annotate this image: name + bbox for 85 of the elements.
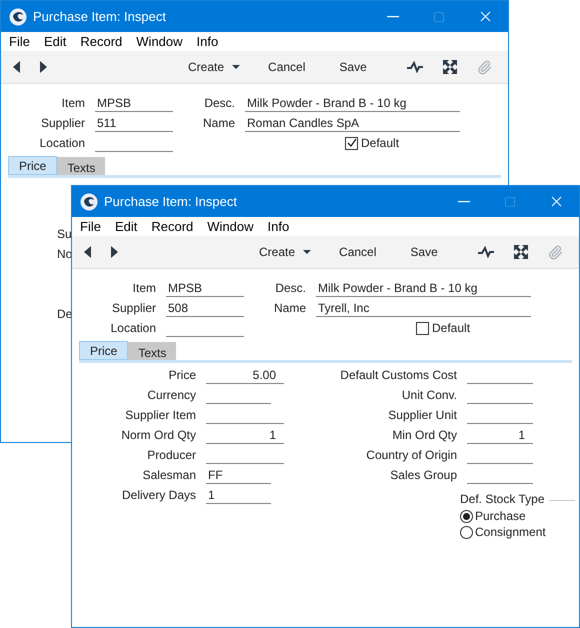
field-label: Min Ord Qty xyxy=(391,427,458,444)
field-label: Currency xyxy=(146,387,197,404)
field-label: Delivery Days xyxy=(120,487,197,504)
field-label: Location xyxy=(38,135,86,152)
minimize-icon xyxy=(387,16,399,18)
field-label: Desc. xyxy=(203,95,236,112)
input-field[interactable]: Milk Powder - Brand B - 10 kg xyxy=(316,279,531,297)
radio-button[interactable] xyxy=(460,510,473,522)
toolbar-button[interactable]: Create xyxy=(259,243,312,261)
field-label: Name xyxy=(272,300,307,317)
radio-label: Consignment xyxy=(475,524,546,541)
field-label: Item xyxy=(132,280,157,297)
paperclip-icon[interactable] xyxy=(548,244,563,260)
menu-item[interactable]: Record xyxy=(151,216,194,236)
menu-item[interactable]: Info xyxy=(268,216,290,236)
maximize-icon xyxy=(504,196,516,208)
toolbar-button[interactable]: Save xyxy=(410,243,438,261)
back-arrow-icon[interactable] xyxy=(84,246,91,258)
menu-item[interactable]: Window xyxy=(136,32,183,52)
expand-icon[interactable] xyxy=(442,60,457,74)
forward-arrow-icon[interactable] xyxy=(40,61,47,73)
field-label: Desc. xyxy=(274,280,307,297)
field-label: Price xyxy=(168,367,197,384)
maximize-icon xyxy=(433,10,445,22)
minimize-icon xyxy=(458,200,470,202)
activity-icon[interactable] xyxy=(478,246,494,258)
tab[interactable]: Texts xyxy=(57,157,106,176)
menu-item[interactable]: Record xyxy=(80,32,122,52)
checkbox[interactable] xyxy=(416,322,429,334)
menu-item[interactable]: File xyxy=(9,32,30,52)
field-label: Location xyxy=(110,320,157,337)
window-title: Purchase Item: Inspect xyxy=(33,8,166,26)
toolbar-button[interactable]: Cancel xyxy=(339,243,376,261)
field-label: Salesman xyxy=(142,467,197,484)
menu-item[interactable]: Info xyxy=(196,32,218,52)
field-label: Name xyxy=(202,115,236,132)
field-label: Default Customs Cost xyxy=(339,367,458,384)
field-label: Supplier Item xyxy=(124,407,197,424)
checkbox-label: Default xyxy=(361,135,400,152)
field-label: Producer xyxy=(146,447,197,464)
app-logo-icon xyxy=(80,192,98,210)
paperclip-icon[interactable] xyxy=(476,60,492,74)
field-label: Country of Origin xyxy=(365,447,458,464)
window-title: Purchase Item: Inspect xyxy=(104,192,237,211)
tab[interactable]: Price xyxy=(8,156,58,175)
field-label: Unit Conv. xyxy=(400,387,458,404)
input-field[interactable]: MPSB xyxy=(166,279,244,297)
input-field[interactable]: 1 xyxy=(467,426,533,444)
input-field[interactable]: Milk Powder - Brand B - 10 kg xyxy=(245,94,460,112)
input-field[interactable]: 1 xyxy=(206,486,271,504)
input-field[interactable]: 511 xyxy=(95,114,173,132)
input-field[interactable]: Tyrell, Inc xyxy=(316,299,531,317)
tab[interactable]: Texts xyxy=(128,342,176,361)
checkbox-label: Default xyxy=(432,320,470,337)
input-field[interactable]: Roman Candles SpA xyxy=(245,114,460,132)
group-label: Def. Stock Type xyxy=(460,491,544,508)
app-logo-icon xyxy=(9,8,27,26)
field-label: Su xyxy=(57,226,72,243)
expand-icon[interactable] xyxy=(514,245,528,259)
checkbox[interactable] xyxy=(345,136,358,150)
field-label: Supplier Unit xyxy=(387,407,458,424)
input-field[interactable]: 1 xyxy=(206,426,284,444)
input-field[interactable]: 508 xyxy=(166,299,244,317)
forward-arrow-icon[interactable] xyxy=(111,246,118,258)
radio-label: Purchase xyxy=(475,508,526,525)
back-arrow-icon[interactable] xyxy=(13,61,20,73)
input-field[interactable]: FF xyxy=(206,466,271,484)
field-label: Norm Ord Qty xyxy=(120,427,197,444)
menu-item[interactable]: File xyxy=(80,216,101,236)
toolbar-button[interactable]: Save xyxy=(339,58,367,76)
input-field[interactable]: 5.00 xyxy=(206,366,284,384)
toolbar-button[interactable]: Create xyxy=(188,58,240,76)
field-label: Supplier xyxy=(110,300,157,317)
activity-icon[interactable] xyxy=(406,61,423,73)
tab[interactable]: Price xyxy=(79,341,128,360)
menu-item[interactable]: Window xyxy=(207,216,254,236)
menu-item[interactable]: Edit xyxy=(44,32,66,52)
radio-button[interactable] xyxy=(460,526,473,538)
field-label: Sales Group xyxy=(389,467,458,484)
menu-item[interactable]: Edit xyxy=(114,216,138,236)
field-label: De xyxy=(57,306,72,323)
field-label: Item xyxy=(60,95,86,112)
field-label: Supplier xyxy=(40,115,86,132)
input-field[interactable]: MPSB xyxy=(95,94,173,112)
toolbar-button[interactable]: Cancel xyxy=(268,58,306,76)
